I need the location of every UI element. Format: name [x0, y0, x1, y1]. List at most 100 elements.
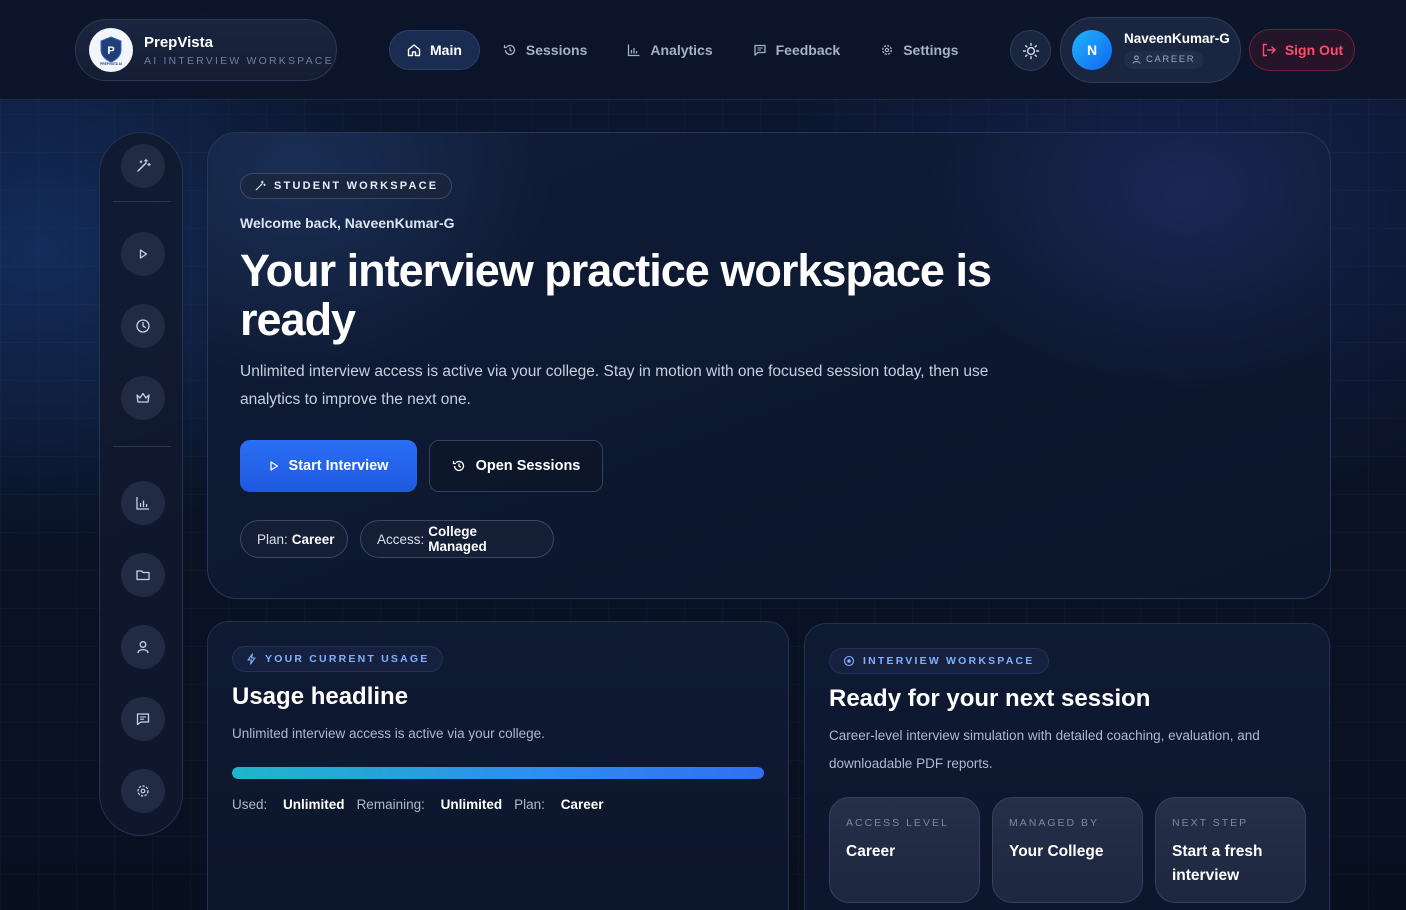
sign-out-button[interactable]: Sign Out [1249, 29, 1355, 71]
logout-icon [1262, 43, 1276, 57]
next-step-box: NEXT STEP Start a fresh interview [1155, 797, 1306, 903]
message-icon [136, 713, 150, 726]
nav-item-feedback[interactable]: Feedback [736, 30, 858, 70]
nav-item-main[interactable]: Main [389, 30, 480, 70]
workspace-tag-label: STUDENT WORKSPACE [274, 180, 439, 192]
magic-wand-icon [255, 180, 266, 191]
managed-by-box: MANAGED BY Your College [992, 797, 1143, 903]
target-icon [843, 655, 855, 667]
play-icon [269, 461, 278, 471]
svg-text:P: P [107, 45, 114, 57]
next-step-label: NEXT STEP [1172, 817, 1249, 829]
workspace-text: Career-level interview simulation with d… [829, 728, 1260, 771]
sidebar-item-settings[interactable] [121, 769, 165, 813]
gear-icon [882, 45, 893, 55]
usage-tag-label: YOUR CURRENT USAGE [265, 653, 430, 665]
message-icon [753, 44, 766, 56]
welcome-text: Welcome back, NaveenKumar-G [240, 215, 455, 231]
start-interview-label: Start Interview [288, 458, 389, 474]
usage-progress-bar [232, 767, 764, 779]
sidebar-divider [113, 446, 171, 447]
sidebar-item-profile[interactable] [121, 625, 165, 669]
svg-text:PREPVISTA AI: PREPVISTA AI [100, 62, 122, 66]
bar-chart-icon [136, 497, 149, 510]
nav-label-sessions: Sessions [525, 42, 588, 58]
hero-card: STUDENT WORKSPACE Welcome back, NaveenKu… [207, 132, 1331, 599]
plan-stat: Plan: Career [514, 797, 604, 812]
interview-workspace-tag: INTERVIEW WORKSPACE [829, 648, 1049, 674]
user-role-label: CAREER [1146, 54, 1196, 66]
nav-item-settings[interactable]: Settings [863, 30, 975, 70]
access-chip-label: Access: [377, 531, 425, 547]
brand-badge[interactable]: P PREPVISTA AI PrepVista AI INTERVIEW WO… [75, 19, 337, 81]
nav-label-feedback: Feedback [775, 42, 841, 58]
nav-label-analytics: Analytics [650, 42, 713, 58]
usage-text: Unlimited interview access is active via… [232, 726, 545, 741]
shield-logo-icon: P PREPVISTA AI [100, 36, 122, 66]
history-icon [452, 460, 464, 472]
next-step-value: Start a fresh interview [1172, 843, 1263, 884]
access-chip-value: College Managed [428, 524, 487, 554]
interview-workspace-tag-label: INTERVIEW WORKSPACE [863, 655, 1035, 667]
play-icon [139, 249, 148, 259]
user-name: NaveenKumar-G [1124, 30, 1230, 46]
avatar: N [1072, 30, 1112, 70]
sidebar [99, 132, 183, 836]
hero-description: Unlimited interview access is active via… [240, 363, 989, 408]
sidebar-item-magic[interactable] [121, 144, 165, 188]
managed-by-label: MANAGED BY [1009, 817, 1100, 829]
top-navigation-bar: P PREPVISTA AI PrepVista AI INTERVIEW WO… [0, 0, 1406, 100]
start-interview-button[interactable]: Start Interview [240, 440, 417, 492]
brand-logo: P PREPVISTA AI [89, 28, 133, 72]
user-profile-chip[interactable]: N NaveenKumar-G CAREER [1060, 17, 1241, 83]
sidebar-item-files[interactable] [121, 553, 165, 597]
workspace-title: Ready for your next session [829, 685, 1151, 712]
page-title: Your interview practice workspace is rea… [240, 245, 992, 345]
access-level-box: ACCESS LEVEL Career [829, 797, 980, 903]
crown-icon [136, 392, 150, 403]
clock-icon [136, 319, 150, 333]
sidebar-divider [113, 201, 171, 202]
magic-wand-icon [137, 158, 151, 172]
home-icon [407, 44, 421, 57]
plan-chip: Plan: Career [240, 520, 348, 558]
usage-stats: Used: Unlimited Remaining: Unlimited Pla… [232, 797, 615, 812]
folder-icon [136, 570, 150, 581]
nav-item-sessions[interactable]: Sessions [486, 30, 604, 70]
history-icon [503, 44, 516, 56]
user-role-badge: CAREER [1124, 50, 1204, 69]
open-sessions-label: Open Sessions [475, 458, 581, 474]
theme-toggle-button[interactable] [1010, 30, 1051, 71]
sun-icon [1022, 42, 1039, 59]
lightning-icon [247, 653, 256, 665]
usage-card: YOUR CURRENT USAGE Usage headline Unlimi… [207, 621, 789, 910]
nav-label-main: Main [430, 42, 462, 58]
brand-name: PrepVista [144, 33, 213, 51]
access-level-value: Career [846, 843, 896, 860]
gear-icon [137, 785, 149, 797]
plan-chip-label: Plan: [257, 531, 288, 547]
workspace-tag: STUDENT WORKSPACE [240, 173, 453, 199]
used-stat: Used: Unlimited [232, 797, 345, 812]
managed-by-value: Your College [1009, 843, 1104, 860]
usage-tag: YOUR CURRENT USAGE [232, 646, 444, 672]
plan-chip-value: Career [291, 531, 335, 547]
sidebar-item-plans[interactable] [121, 376, 165, 420]
bar-chart-icon [628, 44, 640, 57]
main-nav: Main Sessions Analytics Feedback Setting… [389, 30, 981, 70]
nav-item-analytics[interactable]: Analytics [610, 30, 729, 70]
user-icon [137, 641, 149, 654]
access-level-label: ACCESS LEVEL [846, 817, 949, 829]
sidebar-item-history[interactable] [121, 304, 165, 348]
sidebar-item-start[interactable] [121, 232, 165, 276]
open-sessions-button[interactable]: Open Sessions [429, 440, 603, 492]
sidebar-item-analytics[interactable] [121, 481, 165, 525]
user-icon [1132, 55, 1141, 64]
brand-subtitle: AI INTERVIEW WORKSPACE [144, 54, 334, 67]
access-chip: Access: College Managed [360, 520, 554, 558]
usage-progress-fill [232, 767, 764, 779]
nav-label-settings: Settings [903, 42, 959, 58]
sidebar-item-feedback[interactable] [121, 697, 165, 741]
remaining-stat: Remaining: Unlimited [356, 797, 503, 812]
sign-out-label: Sign Out [1284, 42, 1344, 58]
